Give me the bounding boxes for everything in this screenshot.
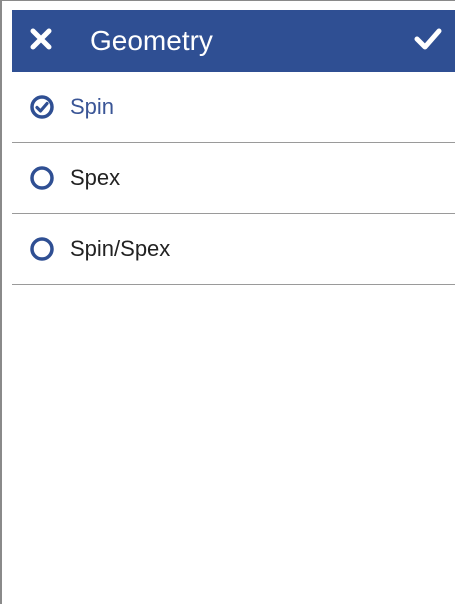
option-label: Spin/Spex <box>70 236 171 261</box>
radio-checked-icon <box>12 94 70 120</box>
page-title: Geometry <box>90 25 213 56</box>
radio-unchecked-icon <box>12 165 70 191</box>
dialog-frame: Geometry Spin Spex Spin/Spex <box>0 0 455 604</box>
radio-unchecked-icon <box>12 236 70 262</box>
option-spin-spex[interactable]: Spin/Spex <box>12 214 455 285</box>
close-button[interactable] <box>12 10 70 72</box>
dialog-header: Geometry <box>12 10 455 72</box>
option-spin[interactable]: Spin <box>12 72 455 143</box>
option-spex[interactable]: Spex <box>12 143 455 214</box>
frame-gutter <box>2 1 12 604</box>
option-label: Spin <box>70 94 115 119</box>
checkmark-icon <box>414 27 442 56</box>
geometry-options-list: Spin Spex Spin/Spex <box>12 72 455 285</box>
confirm-button[interactable] <box>399 10 455 72</box>
close-icon <box>29 27 53 56</box>
option-label: Spex <box>70 165 121 190</box>
